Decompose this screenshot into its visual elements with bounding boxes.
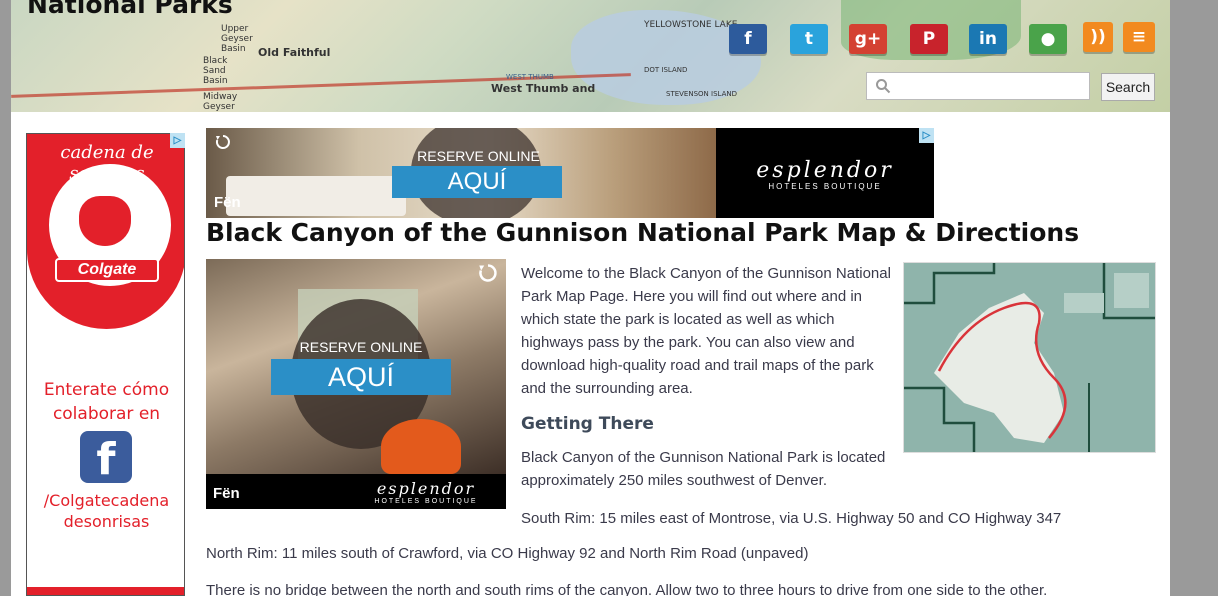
ad-fen-logo: Fën xyxy=(213,485,240,502)
map-label: Upper Geyser Basin xyxy=(221,24,253,54)
ad-handle-line: /Colgatecadena xyxy=(43,491,170,510)
map-label: Black Sand Basin xyxy=(203,56,228,86)
adchoices-icon[interactable]: ▷ xyxy=(919,128,934,143)
other-social-icon[interactable]: ● xyxy=(1029,24,1067,54)
map-label: YELLOWSTONE LAKE xyxy=(644,20,738,30)
ad-reserve-text: RESERVE ONLINE xyxy=(299,339,423,355)
no-bridge-note: There is no bridge between the north and… xyxy=(206,582,1048,596)
page: Old Faithful Upper Geyser Basin Black Sa… xyxy=(11,0,1170,596)
ad-text: Enterate cómo colaborar en xyxy=(27,378,184,426)
search-input[interactable] xyxy=(866,72,1090,100)
site-title[interactable]: National Parks xyxy=(27,0,233,19)
ad-bed xyxy=(226,176,406,216)
map-label: West Thumb and xyxy=(491,82,596,95)
colgate-logo: Colgate xyxy=(55,258,159,282)
map-label: WEST THUMB xyxy=(506,73,554,81)
google-plus-icon[interactable]: g+ xyxy=(849,24,887,54)
replay-icon[interactable] xyxy=(478,263,498,283)
ad-red-footer xyxy=(27,587,184,595)
ad-brand-subtitle: HOTELES BOUTIQUE xyxy=(768,182,882,191)
twitter-icon[interactable]: t xyxy=(790,24,828,54)
rss-comments-icon[interactable]: ≡ xyxy=(1123,22,1155,52)
ad-text-line: colaborar en xyxy=(52,404,161,424)
search-icon xyxy=(876,79,891,94)
section-heading: Getting There xyxy=(521,414,654,434)
location-paragraph: Black Canyon of the Gunnison National Pa… xyxy=(521,449,886,489)
ad-arc-text: cadena de sonrisas xyxy=(60,142,154,184)
map-label: DOT ISLAND xyxy=(644,66,688,74)
park-map-image xyxy=(904,263,1155,452)
ad-cta-ribbon[interactable]: AQUÍ xyxy=(392,166,562,198)
pinterest-icon[interactable]: P xyxy=(910,24,948,54)
map-label: Midway Geyser Basin xyxy=(203,92,238,112)
facebook-icon[interactable]: f xyxy=(80,431,132,485)
ad-handle-line: desonrisas xyxy=(63,512,150,531)
ad-brand-logo: esplendor xyxy=(376,479,476,498)
site-header: Old Faithful Upper Geyser Basin Black Sa… xyxy=(11,0,1170,112)
search-button[interactable]: Search xyxy=(1101,73,1155,101)
ad-reserve-text: RESERVE ONLINE xyxy=(417,148,540,164)
ad-brand-subtitle: HOTELES BOUTIQUE xyxy=(374,498,478,505)
facebook-icon[interactable]: f xyxy=(729,24,767,54)
north-rim-directions: North Rim: 11 miles south of Crawford, v… xyxy=(206,545,809,562)
linkedin-icon[interactable]: in xyxy=(969,24,1007,54)
rss-icon[interactable]: )) xyxy=(1083,22,1113,52)
map-label: STEVENSON ISLAND xyxy=(666,90,737,98)
hotel-banner-ad[interactable]: RESERVE ONLINE AQUÍ esplendor HOTELES BO… xyxy=(206,128,934,218)
ad-handle: /Colgatecadena desonrisas xyxy=(27,490,184,532)
replay-icon[interactable] xyxy=(215,134,231,150)
colgate-ad[interactable]: cadena de sonrisas Colgate Enterate cómo… xyxy=(26,133,185,596)
south-rim-directions: South Rim: 15 miles east of Montrose, vi… xyxy=(521,510,1062,527)
ad-fen-logo: Fën xyxy=(214,194,241,211)
ad-cta-ribbon[interactable]: AQUÍ xyxy=(271,359,451,395)
page-title: Black Canyon of the Gunnison National Pa… xyxy=(206,218,1080,247)
park-map-thumbnail[interactable] xyxy=(903,262,1156,453)
tooth-heart-icon xyxy=(79,196,131,246)
ad-text-line: Enterate cómo xyxy=(43,380,170,400)
adchoices-icon[interactable]: ▷ xyxy=(170,133,185,148)
hotel-square-ad[interactable]: RESERVE ONLINE AQUÍ esplendor HOTELES BO… xyxy=(206,259,506,509)
ad-chair xyxy=(381,419,461,474)
intro-paragraph: Welcome to the Black Canyon of the Gunni… xyxy=(521,265,891,397)
ad-brand-logo: esplendor xyxy=(756,158,894,183)
